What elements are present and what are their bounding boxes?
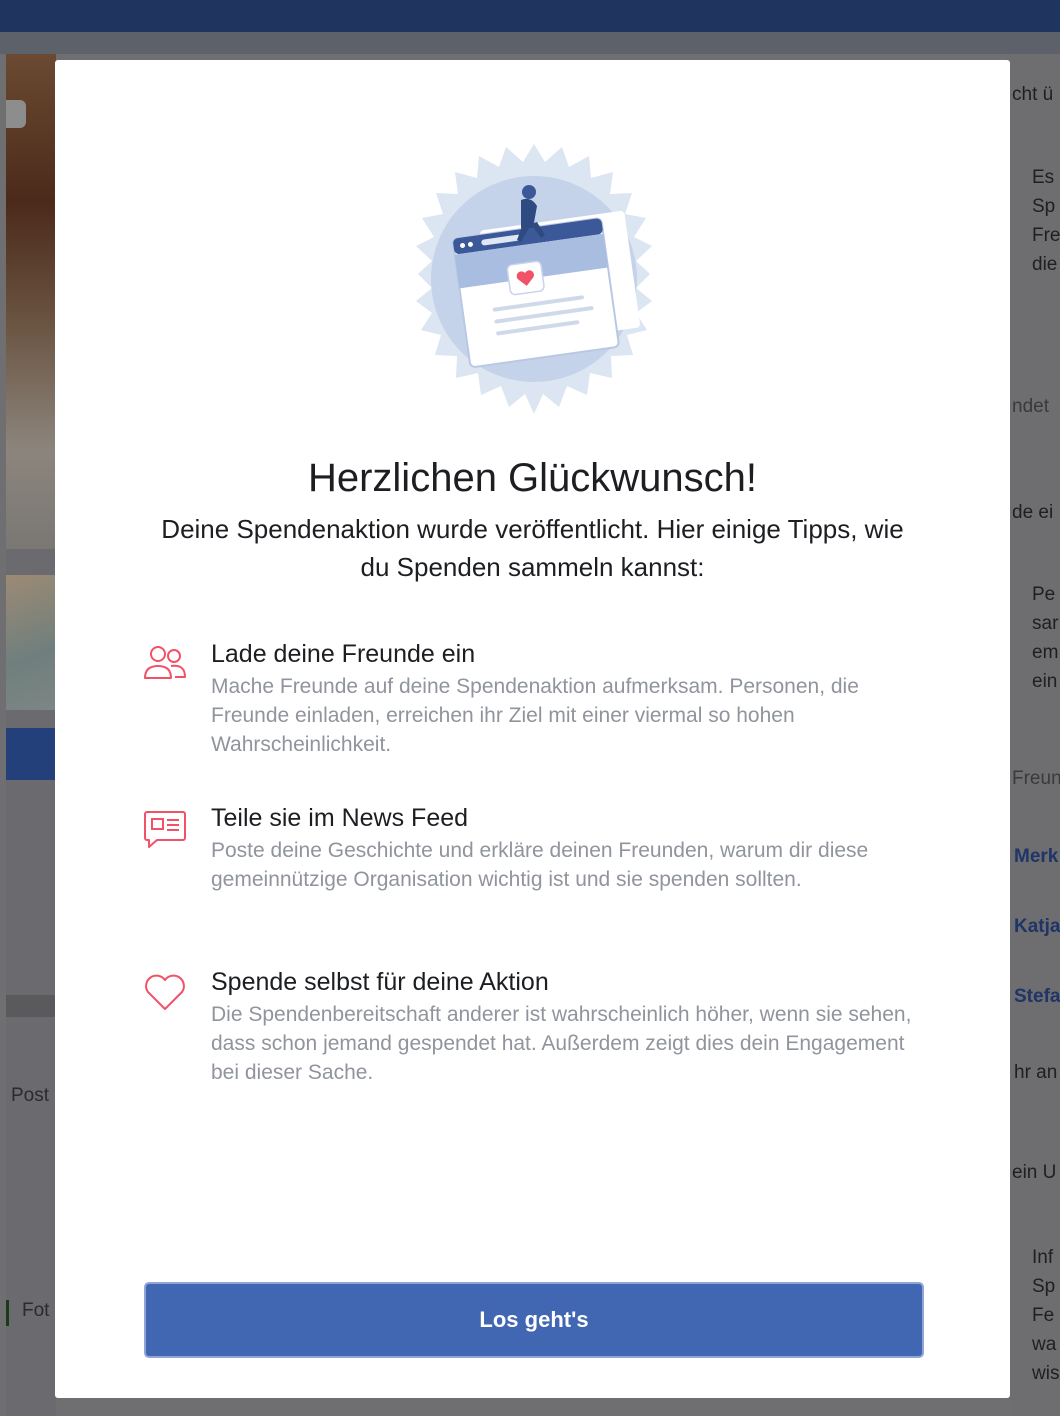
- tip-description: Poste deine Geschichte und erkläre deine…: [211, 839, 869, 891]
- background-post-label: Post: [11, 1085, 50, 1106]
- tip-description: Die Spendenbereitschaft anderer ist wahr…: [211, 1003, 912, 1084]
- fundraiser-illustration: [416, 144, 652, 414]
- background-right-header: ein U: [1012, 1162, 1057, 1183]
- background-foto-label: Fot: [22, 1300, 50, 1321]
- people-icon: [144, 646, 186, 679]
- background-nav-strip: [0, 32, 1060, 54]
- background-right-header: de ei: [1012, 502, 1054, 523]
- background-right-text: Inf Sp Fe wa wis: [1032, 1247, 1060, 1384]
- background-right-text: Es Sp Fre die: [1032, 167, 1060, 275]
- background-right-text: Pe sar em ein: [1032, 584, 1059, 692]
- tip-title: Spende selbst für deine Aktion: [211, 968, 549, 996]
- heart-icon: [145, 974, 185, 1010]
- share-post-icon: [144, 811, 186, 848]
- background-fot-marker: [6, 1300, 9, 1326]
- dialog-subtitle: Deine Spendenaktion wurde veröffentlicht…: [161, 514, 904, 582]
- background-friend-link: Stefa: [1014, 986, 1060, 1007]
- browser-window-graphic: [452, 217, 620, 368]
- dialog-title: Herzlichen Glückwunsch!: [307, 456, 758, 500]
- get-started-button[interactable]: Los geht's: [146, 1284, 922, 1356]
- background-more-link: hr an: [1014, 1062, 1058, 1083]
- tip-title: Lade deine Freunde ein: [211, 640, 476, 668]
- background-cover-photo: [6, 54, 56, 549]
- background-divider: [6, 995, 56, 1017]
- background-blue-bar: [6, 728, 56, 780]
- background-top-bar: [0, 0, 1060, 32]
- fundraiser-published-dialog: Herzlichen Glückwunsch! Deine Spendenakt…: [55, 60, 1010, 1398]
- background-profile-picture: [6, 575, 56, 710]
- background-right-header: cht ü: [1012, 84, 1054, 105]
- background-right-label: ndet: [1012, 396, 1049, 417]
- tip-description: Mache Freunde auf deine Spendenaktion au…: [211, 675, 859, 756]
- background-friend-link: Katja: [1014, 916, 1060, 937]
- background-right-label: Freun: [1012, 768, 1060, 789]
- tip-title: Teile sie im News Feed: [211, 804, 469, 832]
- camera-icon: [6, 100, 26, 128]
- background-friend-link: Merk: [1014, 846, 1059, 867]
